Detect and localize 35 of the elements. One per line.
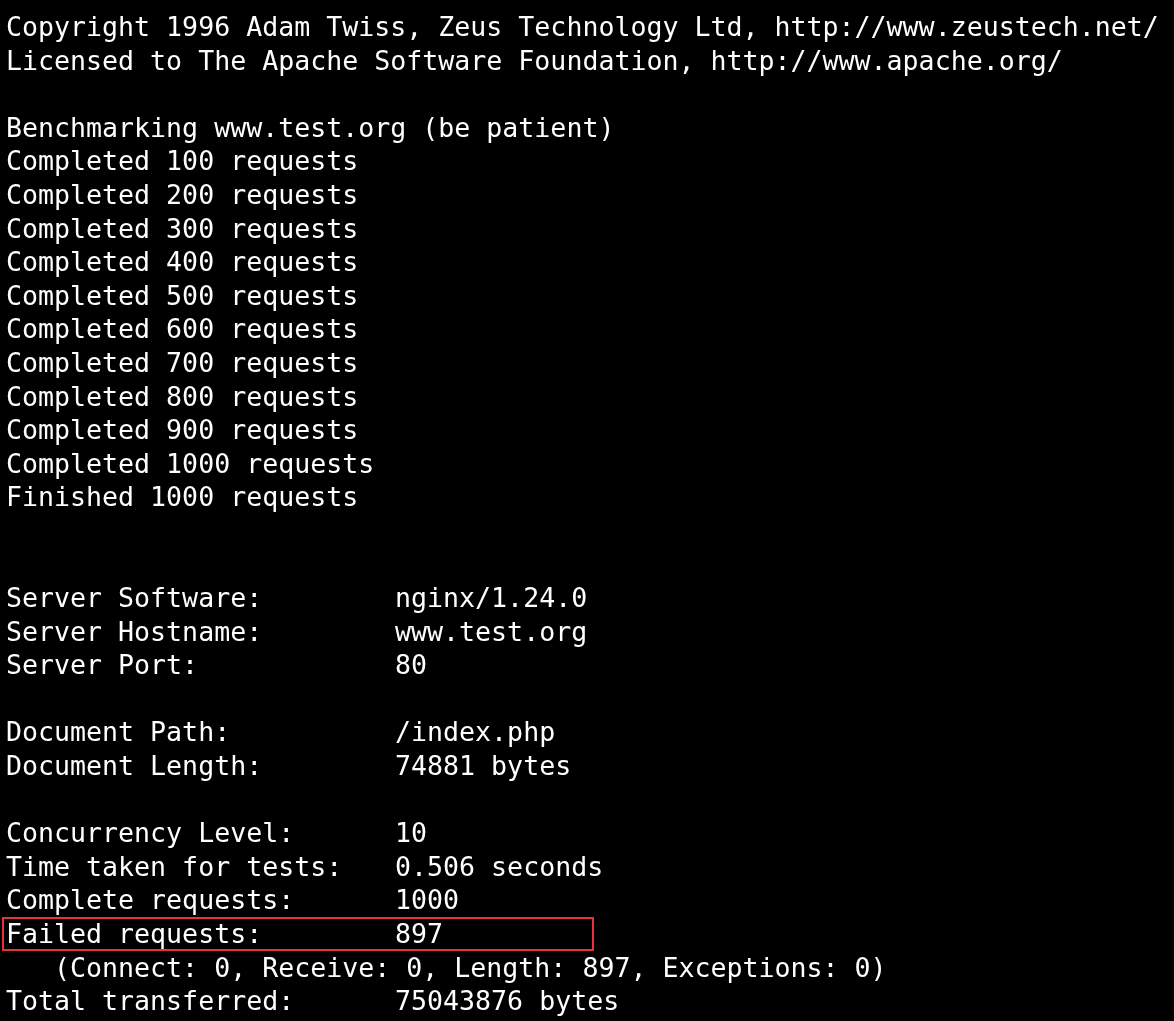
terminal-line: Completed 600 requests	[6, 312, 359, 346]
field-label: Server Software:	[6, 581, 264, 615]
field-label: Complete requests:	[6, 883, 296, 918]
terminal-line: Completed 400 requests	[6, 245, 359, 279]
terminal-line: Completed 800 requests	[6, 379, 359, 414]
terminal-line: Completed 200 requests	[6, 177, 359, 212]
field-value: 897	[395, 917, 444, 951]
field-value: 75043876 bytes	[395, 984, 620, 1018]
field-label: Failed requests:	[6, 917, 264, 951]
terminal-line: (Connect: 0, Receive: 0, Length: 897, Exceptions: 0)	[54, 950, 887, 985]
field-value: 1000	[395, 883, 460, 918]
terminal-line: Benchmarking www.test.org (be patient)	[6, 110, 615, 145]
field-value: nginx/1.24.0	[395, 581, 588, 615]
terminal-line: Finished 1000 requests	[6, 480, 359, 514]
terminal-line: Licensed to The Apache Software Foundation, http://www.apache.org/	[6, 43, 1063, 78]
field-label: Concurrency Level:	[6, 816, 296, 850]
field-value: 74881 bytes	[395, 749, 572, 783]
field-value: www.test.org	[395, 614, 588, 649]
field-label: Document Path:	[6, 715, 232, 750]
terminal-line: Completed 100 requests	[6, 144, 359, 178]
field-value: 10	[395, 816, 428, 850]
field-value: 80	[395, 648, 428, 682]
terminal-line: Completed 1000 requests	[6, 446, 375, 481]
field-value: /index.php	[395, 715, 556, 750]
terminal-line: Completed 700 requests	[6, 345, 359, 380]
field-label: Document Length:	[6, 749, 264, 783]
terminal-line: Completed 900 requests	[6, 413, 359, 447]
field-label: Server Port:	[6, 648, 200, 682]
terminal-line: Copyright 1996 Adam Twiss, Zeus Technology Ltd, http://www.zeustech.net/	[6, 10, 1159, 44]
field-value: 0.506 seconds	[395, 849, 604, 884]
field-label: Total transferred:	[6, 984, 296, 1018]
terminal-line: Completed 500 requests	[6, 278, 359, 313]
terminal-line: Completed 300 requests	[6, 211, 359, 246]
field-label: Server Hostname:	[6, 614, 264, 649]
field-label: Time taken for tests:	[6, 849, 344, 884]
